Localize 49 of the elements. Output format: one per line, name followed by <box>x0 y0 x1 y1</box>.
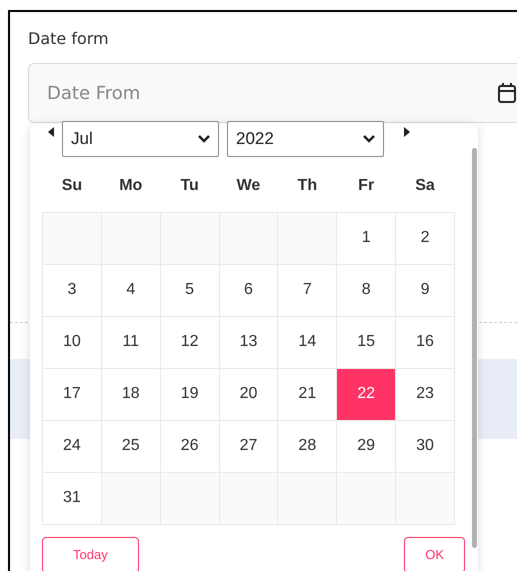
day-cell[interactable]: 25 <box>101 420 160 472</box>
day-cell[interactable]: 13 <box>219 316 278 368</box>
ok-button[interactable]: OK <box>404 536 465 571</box>
day-cell[interactable]: 17 <box>42 368 102 420</box>
weekday-header: We <box>219 160 278 212</box>
day-cell[interactable]: 10 <box>42 316 102 368</box>
chevron-down-icon <box>363 135 375 143</box>
day-cell[interactable]: 9 <box>396 264 454 316</box>
previous-month-icon[interactable] <box>48 127 54 137</box>
day-cell[interactable]: 8 <box>336 264 396 316</box>
weekday-header: Mo <box>101 160 160 212</box>
day-cell[interactable]: 1 <box>336 212 396 264</box>
day-cell[interactable]: 29 <box>336 420 396 472</box>
weekday-header: Tu <box>160 160 220 212</box>
day-cell[interactable]: 24 <box>42 420 102 472</box>
weekday-header: Fr <box>336 160 396 212</box>
day-cell[interactable]: 28 <box>278 420 337 472</box>
day-cell[interactable]: 18 <box>101 368 160 420</box>
day-cell[interactable]: 26 <box>160 420 220 472</box>
chevron-down-icon <box>198 135 210 143</box>
day-cell[interactable]: 15 <box>336 316 396 368</box>
day-cell[interactable]: 7 <box>278 264 337 316</box>
day-cell[interactable]: 16 <box>396 316 454 368</box>
day-cell[interactable]: 11 <box>101 316 160 368</box>
calendar-icon[interactable] <box>498 83 516 103</box>
date-field[interactable]: Date From <box>28 63 517 123</box>
day-cell[interactable]: 27 <box>219 420 278 472</box>
day-cell[interactable]: 20 <box>219 368 278 420</box>
day-cell[interactable]: 4 <box>101 264 160 316</box>
month-select[interactable]: Jul <box>62 121 219 157</box>
weekday-header: Su <box>42 160 102 212</box>
day-cell[interactable]: 12 <box>160 316 220 368</box>
today-button[interactable]: Today <box>42 536 139 571</box>
day-cell[interactable]: 2 <box>396 212 454 264</box>
weekday-header: Sa <box>396 160 454 212</box>
year-select[interactable]: 2022 <box>227 121 384 157</box>
day-cell[interactable]: 5 <box>160 264 220 316</box>
day-cell[interactable]: 19 <box>160 368 220 420</box>
day-cell[interactable]: 22 <box>336 368 396 420</box>
day-cell[interactable]: 3 <box>42 264 102 316</box>
day-cell[interactable]: 31 <box>42 472 102 524</box>
next-month-icon[interactable] <box>404 127 410 137</box>
day-cell[interactable]: 14 <box>278 316 337 368</box>
weekday-header: Th <box>278 160 337 212</box>
scrollbar-thumb[interactable] <box>472 148 477 548</box>
day-cell[interactable]: 6 <box>219 264 278 316</box>
form-label: Date form <box>28 28 110 50</box>
day-cell[interactable]: 23 <box>396 368 454 420</box>
day-cell[interactable]: 30 <box>396 420 454 472</box>
